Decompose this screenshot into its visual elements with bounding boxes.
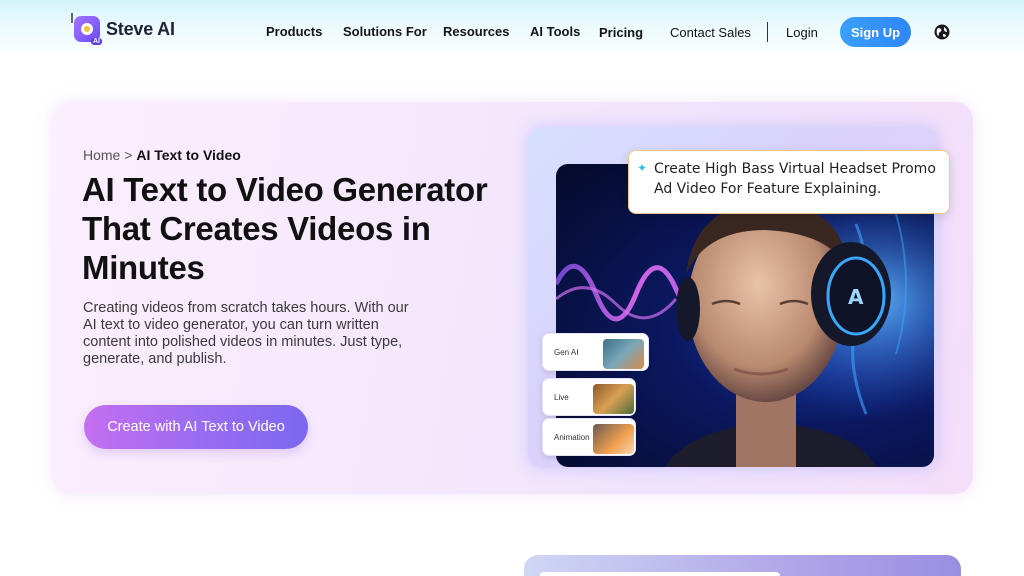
sign-up-button[interactable]: Sign Up [840,17,911,47]
live-thumbnail [593,384,634,414]
mode-label: Animation [554,433,590,442]
mode-card-animation[interactable]: Animation [542,418,636,456]
nav-ai-tools[interactable]: AI Tools [530,24,580,39]
animation-thumbnail [593,424,634,454]
create-with-ai-text-to-video-button[interactable]: Create with AI Text to Video [84,405,308,449]
top-navigation: AI Steve AI Products Solutions For Resou… [0,0,1024,64]
svg-text:A: A [848,285,864,309]
breadcrumb: Home > AI Text to Video [83,147,241,163]
mode-card-live[interactable]: Live [542,378,636,416]
steve-ai-logo-icon: AI [71,13,102,45]
breadcrumb-home[interactable]: Home [83,147,120,163]
mode-card-gen-ai[interactable]: Gen AI [542,333,649,371]
mode-label: Gen AI [554,348,579,357]
brand-name: Steve AI [106,18,175,39]
nav-divider [767,22,768,42]
gen-ai-thumbnail [603,339,644,369]
globe-icon[interactable] [933,23,951,41]
next-section-preview-bar [540,572,780,576]
nav-contact-sales[interactable]: Contact Sales [670,25,751,40]
breadcrumb-separator: > [124,147,133,163]
page-title: AI Text to Video Generator That Creates … [82,171,488,286]
mode-label: Live [554,393,569,402]
login-link[interactable]: Login [786,25,818,40]
sparkle-icon: ✦ [637,161,648,175]
hero-description: Creating videos from scratch takes hours… [83,300,409,367]
logo-badge: AI [91,38,102,45]
prompt-card: ✦ Create High Bass Virtual Headset Promo… [628,150,950,214]
breadcrumb-current: AI Text to Video [136,147,241,163]
nav-resources[interactable]: Resources [443,24,509,39]
brand-logo[interactable]: AI Steve AI [71,13,175,45]
nav-solutions-for[interactable]: Solutions For [343,24,427,39]
nav-products[interactable]: Products [266,24,322,39]
prompt-text: Create High Bass Virtual Headset Promo A… [654,161,936,197]
nav-pricing[interactable]: Pricing [599,25,643,40]
